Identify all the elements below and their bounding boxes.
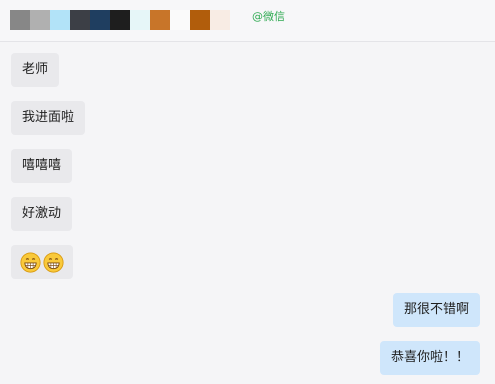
chat-bubble-received[interactable]: 好激动	[11, 197, 73, 231]
color-swatch	[50, 10, 70, 30]
color-swatch	[190, 10, 210, 30]
color-swatch	[70, 10, 90, 30]
color-swatch	[110, 10, 130, 30]
color-swatch	[150, 10, 170, 30]
wechat-handle: @微信	[252, 10, 285, 23]
grinning-face-icon	[43, 251, 64, 273]
chat-header: @微信	[0, 0, 495, 42]
color-swatch	[90, 10, 110, 30]
chat-bubble-sent[interactable]: 恭喜你啦！！	[379, 341, 480, 375]
color-swatch	[130, 10, 150, 30]
color-swatch	[30, 10, 50, 30]
chat-bubble-received[interactable]: 老师	[11, 53, 60, 87]
color-swatch	[10, 10, 30, 30]
grinning-face-icon	[20, 251, 41, 273]
chat-bubble-sent[interactable]: 那很不错啊	[392, 293, 480, 327]
chat-bubble-received[interactable]: 我进面啦	[11, 101, 86, 135]
color-swatch	[170, 10, 190, 30]
chat-bubble-received[interactable]: 嘻嘻嘻	[11, 149, 73, 183]
color-swatch	[210, 10, 230, 30]
redacted-contact-name	[10, 10, 230, 30]
chat-bubble-received-emoji[interactable]	[11, 245, 73, 279]
